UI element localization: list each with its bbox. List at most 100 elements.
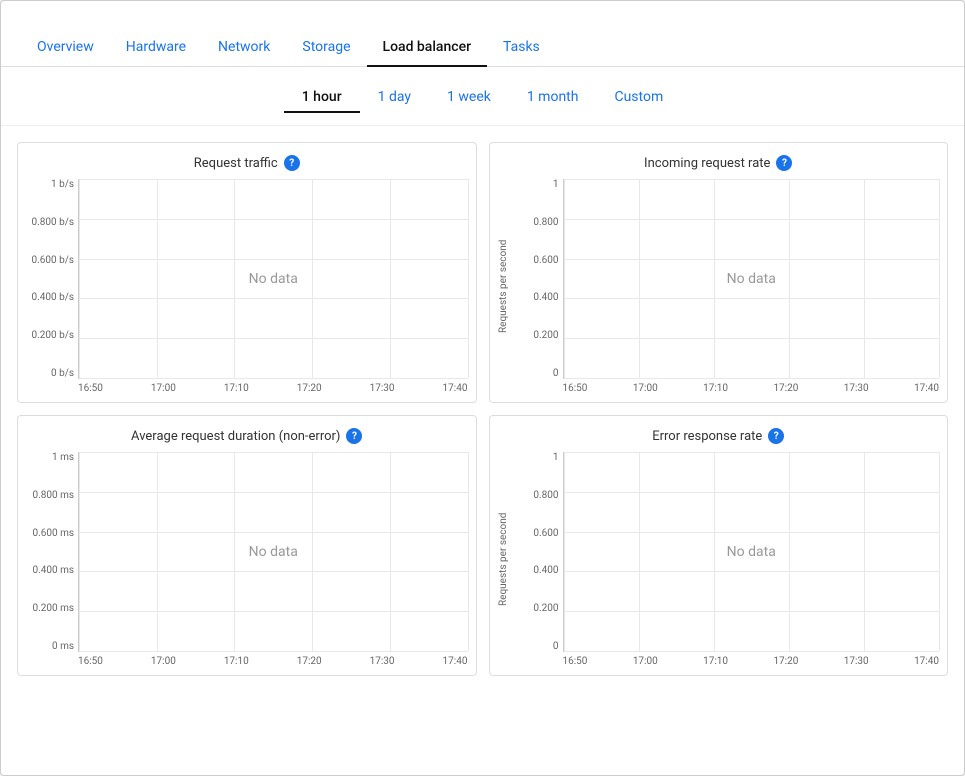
x-label: 17:00 — [633, 656, 658, 667]
chart-title-row-avg-request-duration: Average request duration (non-error)? — [26, 428, 468, 444]
x-label: 17:40 — [914, 656, 939, 667]
x-axis-incoming-request-rate: 16:50 17:00 17:10 17:20 17:30 17:40 — [563, 383, 940, 394]
nav-tab-load-balancer[interactable]: Load balancer — [367, 29, 488, 67]
nav-tabs: OverviewHardwareNetworkStorageLoad balan… — [1, 29, 964, 67]
help-icon-request-traffic[interactable]: ? — [284, 155, 300, 171]
help-icon-error-response-rate[interactable]: ? — [768, 428, 784, 444]
chart-title-request-traffic: Request traffic — [194, 156, 278, 171]
chart-grid-error-response-rate: No data — [563, 452, 940, 652]
y-label: 0.400 ms — [32, 565, 74, 576]
x-label: 17:30 — [844, 383, 869, 394]
y-label: 0 — [553, 368, 559, 379]
no-data-label-request-traffic: No data — [249, 271, 298, 287]
y-label: 0.400 b/s — [32, 292, 75, 303]
y-label: 0.400 — [533, 565, 558, 576]
x-label: 17:20 — [773, 656, 798, 667]
y-label: 0.200 ms — [32, 603, 74, 614]
chart-panel-incoming-request-rate: Incoming request rate? Requests per secon… — [489, 142, 949, 403]
x-label: 17:10 — [703, 383, 728, 394]
y-label: 1 b/s — [51, 179, 74, 190]
chart-title-avg-request-duration: Average request duration (non-error) — [131, 429, 340, 444]
help-icon-incoming-request-rate[interactable]: ? — [776, 155, 792, 171]
time-tab-1-day[interactable]: 1 day — [360, 83, 429, 113]
x-label: 17:40 — [443, 656, 468, 667]
nav-tab-hardware[interactable]: Hardware — [110, 29, 202, 67]
time-tab-custom[interactable]: Custom — [596, 83, 681, 113]
no-data-label-avg-request-duration: No data — [249, 544, 298, 560]
y-label: 0.200 — [533, 330, 558, 341]
y-label: 0.200 — [533, 603, 558, 614]
x-label: 17:40 — [914, 383, 939, 394]
y-label: 0.600 — [533, 255, 558, 266]
x-label: 17:40 — [443, 383, 468, 394]
chart-grid-incoming-request-rate: No data — [563, 179, 940, 379]
chart-grid-request-traffic: No data — [78, 179, 468, 379]
chart-title-row-request-traffic: Request traffic? — [26, 155, 468, 171]
nav-tab-tasks[interactable]: Tasks — [487, 29, 556, 67]
y-label: 0 ms — [52, 641, 74, 652]
nav-tab-overview[interactable]: Overview — [21, 29, 110, 67]
no-data-label-incoming-request-rate: No data — [727, 271, 776, 287]
y-label: 0.800 — [533, 490, 558, 501]
chart-area-avg-request-duration: 1 ms 0.800 ms 0.600 ms 0.400 ms 0.200 ms 0 ms… — [26, 452, 468, 667]
x-label: 17:30 — [844, 656, 869, 667]
x-label: 17:00 — [151, 383, 176, 394]
y-axis-error-response-rate: 1 0.800 0.600 0.400 0.200 0 — [511, 452, 563, 652]
chart-title-incoming-request-rate: Incoming request rate — [644, 156, 770, 171]
time-tabs: 1 hour1 day1 week1 monthCustom — [1, 67, 964, 126]
x-axis-request-traffic: 16:5017:0017:1017:2017:3017:40 — [78, 383, 468, 394]
nav-tab-network[interactable]: Network — [202, 29, 286, 67]
x-axis-error-response-rate: 16:50 17:00 17:10 17:20 17:30 17:40 — [563, 656, 940, 667]
x-label: 17:10 — [224, 656, 249, 667]
y-label: 0.600 — [533, 528, 558, 539]
y-label: 1 — [553, 179, 559, 190]
y-label: 0 — [553, 641, 559, 652]
x-label: 17:10 — [224, 383, 249, 394]
x-label: 17:30 — [370, 656, 395, 667]
y-label: 0.600 ms — [32, 528, 74, 539]
y-label: 0.400 — [533, 292, 558, 303]
y-label: 0.200 b/s — [32, 330, 75, 341]
chart-area-incoming-request-rate: Requests per second 1 0.800 0.600 0.400 0.200… — [498, 179, 940, 394]
x-label: 17:00 — [633, 383, 658, 394]
y-label: 1 — [553, 452, 559, 463]
chart-panel-request-traffic: Request traffic? 1 b/s 0.800 b/s 0.600 b/s 0… — [17, 142, 477, 403]
chart-title-error-response-rate: Error response rate — [652, 429, 762, 444]
x-label: 17:30 — [370, 383, 395, 394]
y-label: 0.800 — [533, 217, 558, 228]
y-label: 0.600 b/s — [32, 255, 75, 266]
x-label: 17:00 — [151, 656, 176, 667]
y-label: 0.800 ms — [32, 490, 74, 501]
x-label: 17:20 — [297, 656, 322, 667]
time-tab-1-week[interactable]: 1 week — [429, 83, 509, 113]
y-label: 0.800 b/s — [32, 217, 75, 228]
chart-panel-avg-request-duration: Average request duration (non-error)? 1 m… — [17, 415, 477, 676]
nav-tab-storage[interactable]: Storage — [286, 29, 366, 67]
y-axis-incoming-request-rate: 1 0.800 0.600 0.400 0.200 0 — [511, 179, 563, 379]
time-tab-1-month[interactable]: 1 month — [509, 83, 597, 113]
y-label: 1 ms — [52, 452, 74, 463]
chart-title-row-incoming-request-rate: Incoming request rate? — [498, 155, 940, 171]
help-icon-avg-request-duration[interactable]: ? — [346, 428, 362, 444]
x-label: 17:20 — [773, 383, 798, 394]
y-axis-avg-request-duration: 1 ms 0.800 ms 0.600 ms 0.400 ms 0.200 ms 0 ms — [26, 452, 78, 652]
y-axis-rotated-label-error-response-rate: Requests per second — [498, 452, 509, 667]
x-axis-avg-request-duration: 16:50 17:00 17:10 17:20 17:30 17:40 — [78, 656, 468, 667]
no-data-label-error-response-rate: No data — [727, 544, 776, 560]
charts-grid: Request traffic? 1 b/s 0.800 b/s 0.600 b/s 0… — [1, 126, 964, 692]
x-label: 16:50 — [563, 656, 588, 667]
y-axis-request-traffic: 1 b/s 0.800 b/s 0.600 b/s 0.400 b/s 0.200 b/… — [26, 179, 78, 379]
x-label: 16:50 — [563, 383, 588, 394]
x-label: 16:50 — [78, 656, 103, 667]
y-label: 0 b/s — [51, 368, 74, 379]
modal-header — [1, 1, 964, 17]
x-label: 17:10 — [703, 656, 728, 667]
time-tab-1-hour[interactable]: 1 hour — [284, 83, 360, 113]
chart-panel-error-response-rate: Error response rate?Requests per second1… — [489, 415, 949, 676]
chart-area-error-response-rate: Requests per second 1 0.800 0.600 0.400 0.200… — [498, 452, 940, 667]
x-label: 16:50 — [78, 383, 103, 394]
chart-area-request-traffic: 1 b/s 0.800 b/s 0.600 b/s 0.400 b/s 0.200 b/… — [26, 179, 468, 394]
chart-grid-avg-request-duration: No data — [78, 452, 468, 652]
modal: OverviewHardwareNetworkStorageLoad balan… — [0, 0, 965, 776]
y-axis-rotated-label-incoming-request-rate: Requests per second — [498, 179, 509, 394]
